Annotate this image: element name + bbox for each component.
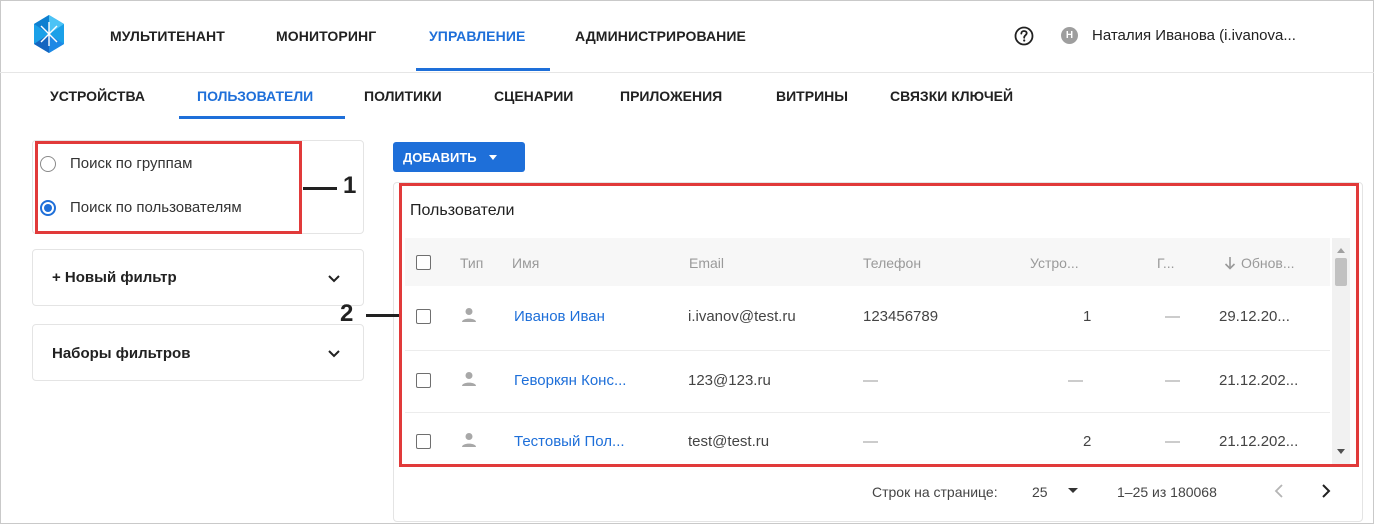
tab-users[interactable]: ПОЛЬЗОВАТЕЛИ	[197, 88, 313, 104]
top-navigation: МУЛЬТИТЕНАНТ МОНИТОРИНГ УПРАВЛЕНИЕ АДМИН…	[0, 0, 1374, 72]
chevron-down-icon[interactable]	[328, 350, 340, 358]
nav-management[interactable]: УПРАВЛЕНИЕ	[429, 28, 525, 44]
tab-showcases[interactable]: ВИТРИНЫ	[776, 88, 848, 104]
callout-line-1	[303, 187, 337, 190]
callout-number-2: 2	[340, 300, 354, 327]
top-divider	[0, 72, 1374, 73]
tab-keychains[interactable]: СВЯЗКИ КЛЮЧЕЙ	[890, 88, 1013, 104]
filter-sets-label[interactable]: Наборы фильтров	[52, 345, 190, 362]
user-avatar[interactable]: Н	[1061, 27, 1078, 44]
tab-scenarios[interactable]: СЦЕНАРИИ	[494, 88, 573, 104]
help-icon[interactable]	[1014, 26, 1034, 46]
nav-active-indicator	[416, 68, 550, 71]
caret-down-icon	[488, 154, 497, 160]
user-name[interactable]: Наталия Иванова (i.ivanova...	[1092, 27, 1296, 44]
chevron-left-icon[interactable]	[1274, 484, 1284, 498]
tab-devices[interactable]: УСТРОЙСТВА	[50, 88, 145, 104]
nav-administration[interactable]: АДМИНИСТРИРОВАНИЕ	[575, 28, 746, 44]
nav-monitoring[interactable]: МОНИТОРИНГ	[276, 28, 376, 44]
chevron-down-icon[interactable]	[328, 275, 340, 283]
callout-number-1: 1	[343, 172, 357, 199]
callout-box-1	[35, 141, 302, 234]
tab-applications[interactable]: ПРИЛОЖЕНИЯ	[620, 88, 722, 104]
callout-line-2	[366, 314, 399, 317]
chevron-right-icon[interactable]	[1321, 484, 1331, 498]
rows-per-page-select[interactable]: 25	[1032, 484, 1048, 500]
app-logo-icon[interactable]	[33, 14, 65, 54]
tab-policies[interactable]: ПОЛИТИКИ	[364, 88, 442, 104]
add-button[interactable]: ДОБАВИТЬ	[393, 142, 525, 172]
new-filter-label[interactable]: + Новый фильтр	[52, 269, 177, 286]
caret-down-icon[interactable]	[1068, 488, 1078, 493]
rows-per-page-label: Строк на странице:	[872, 484, 998, 500]
add-button-label: ДОБАВИТЬ	[403, 149, 477, 165]
tab-active-indicator	[179, 116, 345, 119]
nav-multitenant[interactable]: МУЛЬТИТЕНАНТ	[110, 28, 225, 44]
callout-box-2	[399, 183, 1359, 467]
pagination-range: 1–25 из 180068	[1117, 484, 1217, 500]
